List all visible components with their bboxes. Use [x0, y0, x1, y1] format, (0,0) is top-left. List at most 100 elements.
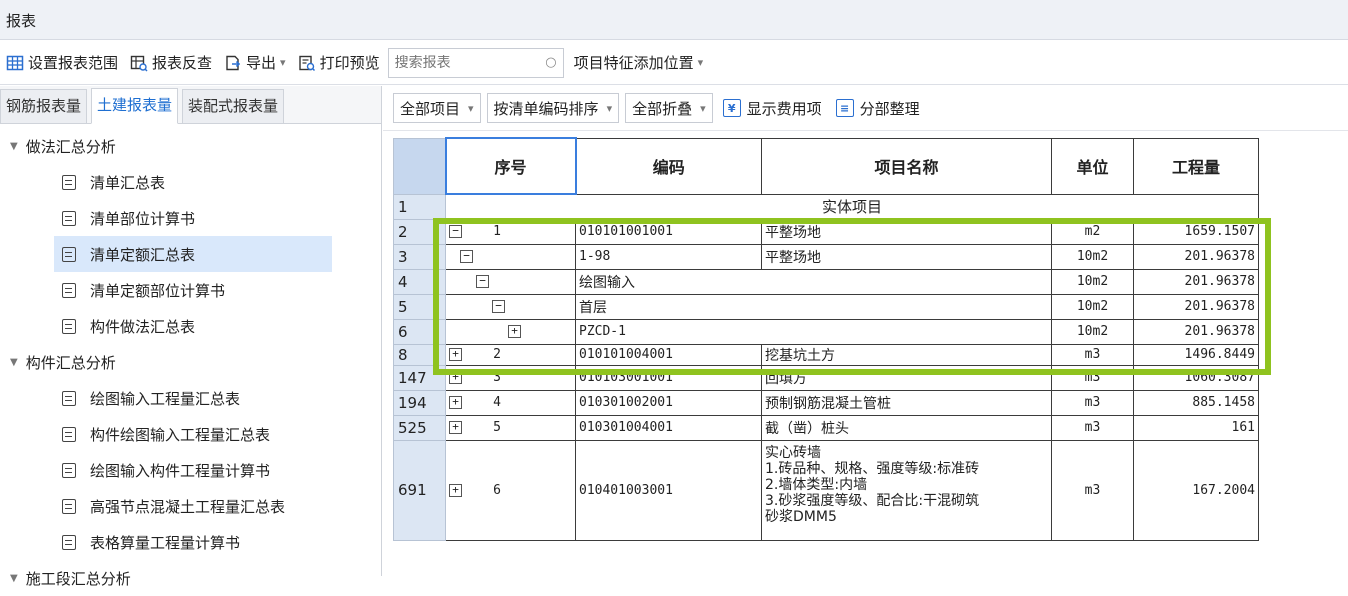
header-code[interactable]: 编码	[575, 137, 762, 195]
table-row[interactable]: 8 +2 010101004001 挖基坑土方 m3 1496.8449	[393, 343, 1259, 366]
yen-icon: ¥	[722, 99, 741, 117]
row-number[interactable]: 3	[393, 243, 446, 270]
name-line: 2.墙体类型:内墙	[765, 476, 868, 493]
tree-item-list-quota-location-calc[interactable]: 清单定额部位计算书	[0, 272, 381, 308]
collapse-toggle-icon[interactable]: −	[492, 300, 505, 313]
search-icon[interactable]: ○	[545, 55, 556, 70]
table-row[interactable]: 5 − 首层 10m2 201.96378	[393, 293, 1259, 320]
table-row[interactable]: 4 − 绘图输入 10m2 201.96378	[393, 268, 1259, 295]
name-cell: 挖基坑土方	[761, 343, 1052, 366]
collapse-dropdown[interactable]: 全部折叠 ▾	[625, 93, 713, 123]
header-seq[interactable]: 序号	[444, 137, 577, 195]
unit-cell: 10m2	[1051, 318, 1134, 345]
table-row[interactable]: 3 − 1-98 平整场地 10m2 201.96378	[393, 243, 1259, 270]
corner-cell[interactable]	[393, 137, 446, 195]
tree-item-high-strength-node-summary[interactable]: 高强节点混凝土工程量汇总表	[0, 488, 381, 524]
expand-toggle-icon[interactable]: +	[449, 421, 462, 434]
table-row[interactable]: 1 实体项目	[393, 193, 1259, 220]
tree-item-drawing-qty-summary[interactable]: 绘图输入工程量汇总表	[0, 380, 381, 416]
feature-position-label: 项目特征添加位置	[573, 54, 694, 72]
collapse-toggle-icon[interactable]: −	[476, 275, 489, 288]
name-cell-multiline: 实心砖墙 1.砖品种、规格、强度等级:标准砖 2.墙体类型:内墙 3.砂浆强度等…	[761, 439, 1052, 541]
show-fee-button[interactable]: ¥ 显示费用项	[722, 98, 822, 119]
expand-toggle-icon[interactable]: +	[449, 371, 462, 384]
collapse-toggle-icon[interactable]: −	[460, 250, 473, 263]
seq-cell: 2	[493, 347, 501, 362]
table-row[interactable]: 6 + PZCD-1 10m2 201.96378	[393, 318, 1259, 345]
tab-rebar-report[interactable]: 钢筋报表量	[0, 89, 88, 123]
row-number[interactable]: 691	[393, 439, 446, 541]
row-number[interactable]: 4	[393, 268, 446, 295]
table-row[interactable]: 691 +6 010401003001 实心砖墙 1.砖品种、规格、强度等级:标…	[393, 439, 1259, 541]
table-row[interactable]: 147 +3 010103001001 回填方 m3 1060.3087	[393, 364, 1259, 391]
sort-dropdown[interactable]: 按清单编码排序 ▾	[486, 93, 620, 123]
expand-toggle-icon[interactable]: +	[449, 483, 462, 497]
header-name[interactable]: 项目名称	[761, 137, 1052, 195]
unit-cell: m3	[1051, 343, 1134, 366]
window-title: 报表	[6, 12, 37, 30]
qty-cell: 201.96378	[1133, 293, 1259, 320]
table-row[interactable]: 2 − 1 010101001001 平整场地 m2 1659.1507	[393, 218, 1259, 245]
code-cell: 010101004001	[575, 343, 762, 366]
reorganize-button[interactable]: ≡ 分部整理	[835, 98, 920, 119]
code-cell: 1-98	[575, 243, 762, 270]
tree-item-table-qty-calc[interactable]: 表格算量工程量计算书	[0, 524, 381, 560]
all-items-label: 全部项目	[400, 99, 461, 118]
row-number[interactable]: 1	[393, 193, 446, 220]
header-unit[interactable]: 单位	[1051, 137, 1134, 195]
expand-toggle-icon[interactable]: +	[508, 325, 521, 338]
tree-item-list-location-calc[interactable]: 清单部位计算书	[0, 200, 381, 236]
tree-item-component-drawing-qty-summary[interactable]: 构件绘图输入工程量汇总表	[0, 416, 381, 452]
collapse-triangle-icon[interactable]: ▼	[10, 573, 18, 584]
collapse-toggle-icon[interactable]: −	[449, 225, 462, 238]
table-row[interactable]: 194 +4 010301002001 预制钢筋混凝土管桩 m3 885.145…	[393, 389, 1259, 416]
seq-cell: 6	[493, 482, 501, 498]
tree-group-component-summary[interactable]: ▼ 构件汇总分析	[0, 344, 381, 380]
tab-civil-report[interactable]: 土建报表量	[91, 88, 179, 124]
tree-item-component-method-summary[interactable]: 构件做法汇总表	[0, 308, 381, 344]
report-tree-panel: 钢筋报表量 土建报表量 装配式报表量 ▼ 做法汇总分析 清单汇总表 清单部位计算…	[0, 86, 382, 588]
row-number[interactable]: 525	[393, 414, 446, 441]
collapse-label: 全部折叠	[632, 99, 693, 118]
name-cell: 平整场地	[761, 218, 1052, 245]
collapse-triangle-icon[interactable]: ▼	[10, 141, 18, 152]
all-items-dropdown[interactable]: 全部项目 ▾	[393, 93, 481, 123]
reverse-check-button[interactable]: 报表反查	[126, 48, 216, 78]
report-search-box[interactable]: ○	[387, 47, 564, 78]
tree-item-list-quota-summary[interactable]: 清单定额汇总表	[54, 236, 332, 272]
tree-item-label: 构件绘图输入工程量汇总表	[90, 425, 271, 444]
collapse-triangle-icon[interactable]: ▼	[10, 357, 18, 368]
name-line: 1.砖品种、规格、强度等级:标准砖	[765, 460, 980, 477]
document-icon	[62, 390, 76, 406]
tree-group-segment-summary[interactable]: ▼ 施工段汇总分析	[0, 560, 381, 596]
tree-item-drawing-component-qty-calc[interactable]: 绘图输入构件工程量计算书	[0, 452, 381, 488]
qty-cell: 1060.3087	[1133, 364, 1259, 391]
table-search-icon	[130, 54, 148, 72]
reorganize-label: 分部整理	[859, 99, 920, 118]
unit-cell: m3	[1051, 389, 1134, 416]
feature-position-dropdown[interactable]: 项目特征添加位置 ▾	[570, 48, 708, 78]
unit-cell: 10m2	[1051, 268, 1134, 295]
set-range-button[interactable]: 设置报表范围	[2, 48, 122, 78]
tree-item-label: 高强节点混凝土工程量汇总表	[90, 497, 286, 516]
tree-group-method-summary[interactable]: ▼ 做法汇总分析	[0, 128, 381, 164]
expand-toggle-icon[interactable]: +	[449, 396, 462, 409]
report-search-input[interactable]	[394, 54, 525, 71]
row-number[interactable]: 5	[393, 293, 446, 320]
print-preview-button[interactable]: 打印预览	[294, 48, 384, 78]
table-row[interactable]: 525 +5 010301004001 截（凿）桩头 m3 161	[393, 414, 1259, 441]
row-number[interactable]: 6	[393, 318, 446, 345]
row-number[interactable]: 194	[393, 389, 446, 416]
tab-prefab-report[interactable]: 装配式报表量	[182, 89, 285, 123]
row-number[interactable]: 147	[393, 364, 446, 391]
unit-cell: m3	[1051, 364, 1134, 391]
tree-item-list-summary[interactable]: 清单汇总表	[0, 164, 381, 200]
row-number[interactable]: 8	[393, 343, 446, 366]
header-qty[interactable]: 工程量	[1133, 137, 1259, 195]
export-button[interactable]: 导出 ▾	[220, 48, 290, 78]
name-cell: 预制钢筋混凝土管桩	[761, 389, 1052, 416]
row-number[interactable]: 2	[393, 218, 446, 245]
expand-toggle-icon[interactable]: +	[449, 348, 462, 361]
code-cell: 010103001001	[575, 364, 762, 391]
qty-cell: 1496.8449	[1133, 343, 1259, 366]
